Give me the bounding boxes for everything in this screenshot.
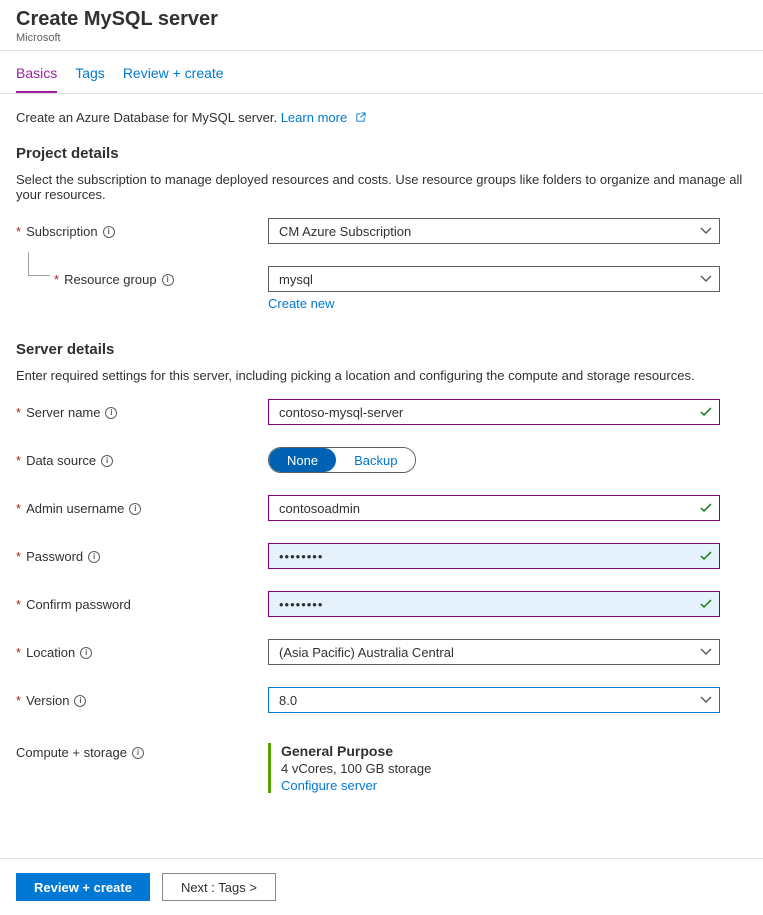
required-indicator: * [16, 549, 21, 564]
project-details-desc: Select the subscription to manage deploy… [16, 172, 747, 202]
server-name-input-wrapper: contoso-mysql-server [268, 399, 720, 425]
compute-tier-detail: 4 vCores, 100 GB storage [281, 761, 720, 776]
resource-group-label-text: Resource group [64, 272, 157, 287]
info-icon[interactable]: i [162, 274, 174, 286]
version-select[interactable]: 8.0 [268, 687, 720, 713]
required-indicator: * [16, 224, 21, 239]
subscription-value: CM Azure Subscription [268, 218, 720, 244]
server-details-heading: Server details [16, 341, 747, 358]
tree-indent-line [28, 252, 50, 276]
resource-group-select[interactable]: mysql [268, 266, 720, 292]
page-title: Create MySQL server [16, 8, 747, 31]
data-source-toggle: None Backup [268, 447, 416, 473]
tab-tags[interactable]: Tags [75, 65, 105, 93]
compute-storage-info: General Purpose 4 vCores, 100 GB storage… [268, 743, 720, 793]
server-name-label: * Server name i [16, 399, 268, 420]
data-source-backup[interactable]: Backup [336, 448, 415, 472]
learn-more-text: Learn more [281, 110, 347, 125]
intro-desc: Create an Azure Database for MySQL serve… [16, 110, 281, 125]
publisher-name: Microsoft [16, 32, 747, 44]
admin-username-input[interactable]: contosoadmin [268, 495, 720, 521]
resource-group-value: mysql [268, 266, 720, 292]
admin-username-input-wrapper: contosoadmin [268, 495, 720, 521]
required-indicator: * [16, 645, 21, 660]
subscription-select[interactable]: CM Azure Subscription [268, 218, 720, 244]
admin-username-label-text: Admin username [26, 501, 124, 516]
server-details-desc: Enter required settings for this server,… [16, 368, 747, 383]
location-select[interactable]: (Asia Pacific) Australia Central [268, 639, 720, 665]
info-icon[interactable]: i [132, 747, 144, 759]
server-name-label-text: Server name [26, 405, 100, 420]
required-indicator: * [16, 693, 21, 708]
info-icon[interactable]: i [129, 503, 141, 515]
compute-storage-label: Compute + storage i [16, 739, 268, 760]
footer: Review + create Next : Tags > [0, 858, 763, 915]
create-new-link[interactable]: Create new [268, 296, 334, 311]
password-input-wrapper: •••••••• [268, 543, 720, 569]
data-source-label: * Data source i [16, 447, 268, 468]
required-indicator: * [16, 501, 21, 516]
version-label: * Version i [16, 687, 268, 708]
required-indicator: * [54, 272, 59, 287]
header: Create MySQL server Microsoft [0, 0, 763, 51]
learn-more-link[interactable]: Learn more [281, 110, 366, 125]
resource-group-label: * Resource group i [16, 266, 268, 287]
subscription-label-text: Subscription [26, 224, 98, 239]
location-label-text: Location [26, 645, 75, 660]
next-tags-button[interactable]: Next : Tags > [162, 873, 276, 901]
confirm-password-input[interactable]: •••••••• [268, 591, 720, 617]
password-label: * Password i [16, 543, 268, 564]
subscription-label: * Subscription i [16, 218, 268, 239]
admin-username-label: * Admin username i [16, 495, 268, 516]
review-create-button[interactable]: Review + create [16, 873, 150, 901]
compute-tier-title: General Purpose [281, 743, 720, 759]
info-icon[interactable]: i [103, 226, 115, 238]
required-indicator: * [16, 597, 21, 612]
compute-storage-label-text: Compute + storage [16, 745, 127, 760]
confirm-password-label-text: Confirm password [26, 597, 131, 612]
location-value: (Asia Pacific) Australia Central [268, 639, 720, 665]
tabs: Basics Tags Review + create [0, 51, 763, 94]
password-input[interactable]: •••••••• [268, 543, 720, 569]
required-indicator: * [16, 453, 21, 468]
location-label: * Location i [16, 639, 268, 660]
data-source-label-text: Data source [26, 453, 96, 468]
confirm-password-label: * Confirm password [16, 591, 268, 612]
info-icon[interactable]: i [88, 551, 100, 563]
tab-review[interactable]: Review + create [123, 65, 224, 93]
intro-text: Create an Azure Database for MySQL serve… [16, 110, 747, 125]
info-icon[interactable]: i [74, 695, 86, 707]
confirm-password-input-wrapper: •••••••• [268, 591, 720, 617]
data-source-none[interactable]: None [269, 448, 336, 472]
required-indicator: * [16, 405, 21, 420]
server-name-input[interactable]: contoso-mysql-server [268, 399, 720, 425]
external-link-icon [355, 112, 366, 123]
version-value: 8.0 [268, 687, 720, 713]
password-label-text: Password [26, 549, 83, 564]
version-label-text: Version [26, 693, 69, 708]
info-icon[interactable]: i [101, 455, 113, 467]
tab-basics[interactable]: Basics [16, 65, 57, 93]
project-details-heading: Project details [16, 145, 747, 162]
info-icon[interactable]: i [80, 647, 92, 659]
configure-server-link[interactable]: Configure server [281, 778, 720, 793]
info-icon[interactable]: i [105, 407, 117, 419]
content: Create an Azure Database for MySQL serve… [0, 94, 763, 793]
